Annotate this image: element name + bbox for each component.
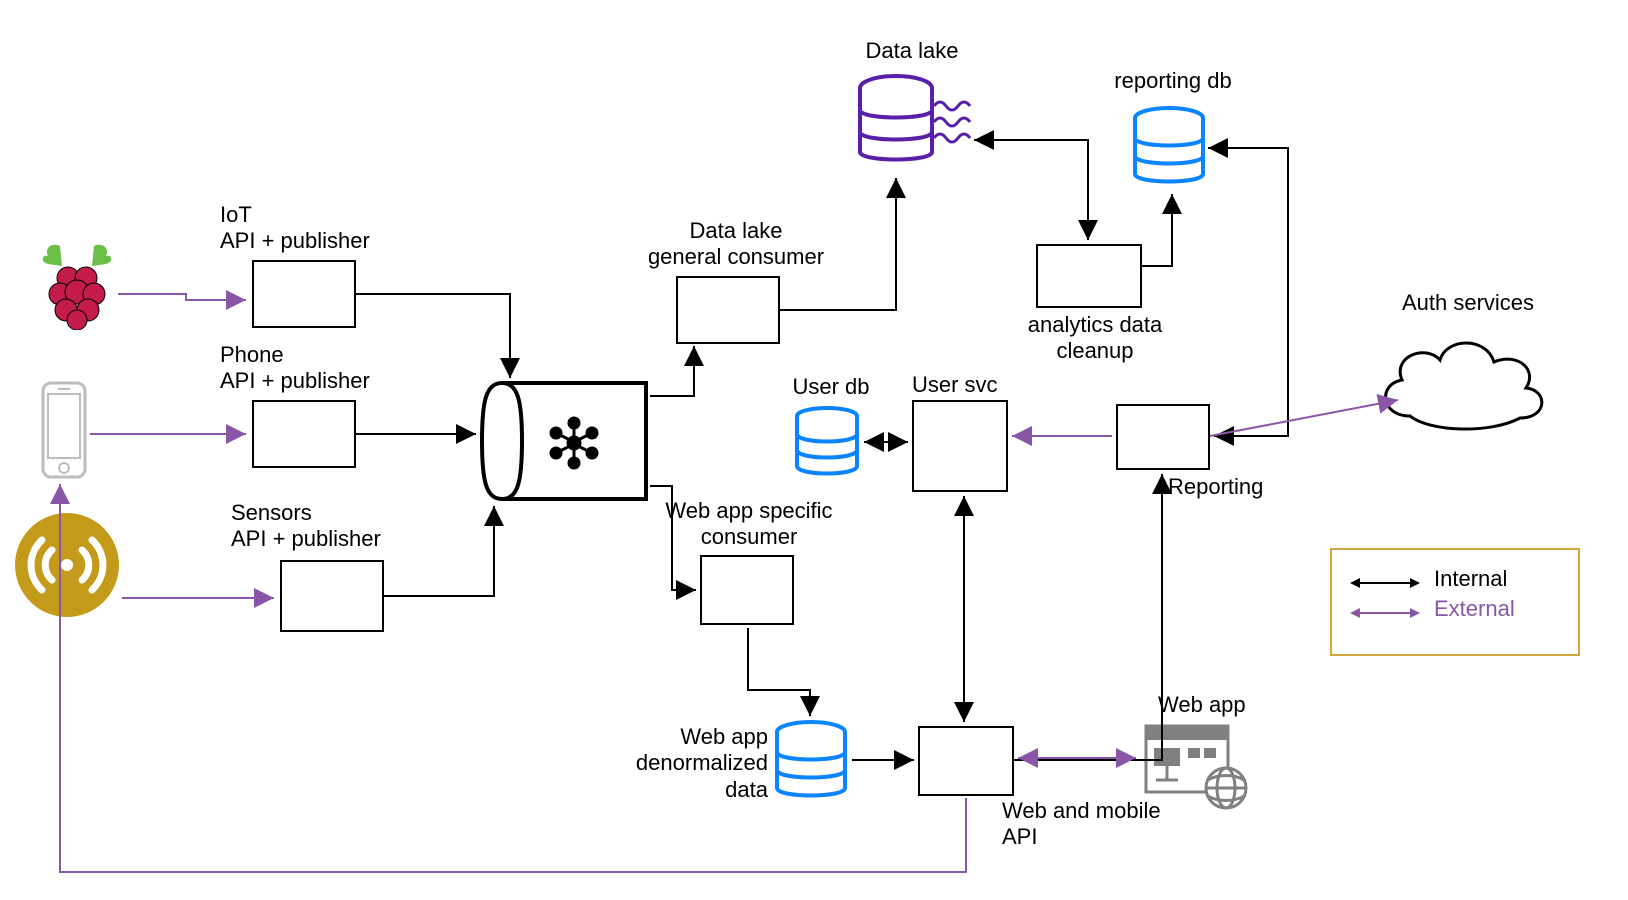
legend-internal-arrow-icon <box>1350 571 1420 587</box>
legend-external-label: External <box>1434 596 1515 622</box>
denorm-db-icon <box>772 720 850 802</box>
reporting-db-icon <box>1130 106 1208 188</box>
analytics-cleanup-box <box>1036 244 1142 308</box>
data-lake-label: Data lake <box>842 38 982 64</box>
web-mobile-api-label: Web and mobile API <box>1002 798 1161 851</box>
user-db-icon <box>792 406 862 478</box>
message-broker-icon <box>478 379 650 503</box>
webapp-consumer-label: Web app specific consumer <box>644 498 854 551</box>
legend-external-row: External <box>1350 596 1560 622</box>
user-db-label: User db <box>776 374 886 400</box>
legend-internal-row: Internal <box>1350 566 1560 592</box>
phone-api-box <box>252 400 356 468</box>
legend-external-arrow-icon <box>1350 601 1420 617</box>
analytics-cleanup-label: analytics data cleanup <box>1006 312 1184 365</box>
reporting-box <box>1116 404 1210 470</box>
auth-label: Auth services <box>1388 290 1548 316</box>
data-lake-icon <box>856 72 976 172</box>
raspberry-pi-icon <box>38 240 116 330</box>
phone-icon <box>40 380 88 480</box>
datalake-consumer-box <box>676 276 780 344</box>
architecture-diagram: { "nodes": { "iot_api": { "label": "IoT\… <box>0 0 1628 900</box>
web-mobile-api-box <box>918 726 1014 796</box>
sensor-broadcast-icon <box>12 510 122 620</box>
denorm-db-label: Web app denormalized data <box>608 724 768 803</box>
iot-api-box <box>252 260 356 328</box>
legend-box: Internal External <box>1330 548 1580 656</box>
user-svc-label: User svc <box>912 372 998 398</box>
webapp-consumer-box <box>700 555 794 625</box>
web-app-label: Web app <box>1158 692 1246 718</box>
auth-cloud-icon <box>1370 326 1550 436</box>
web-app-icon <box>1142 722 1250 810</box>
sensors-api-box <box>280 560 384 632</box>
user-svc-box <box>912 400 1008 492</box>
sensors-api-label: Sensors API + publisher <box>231 500 381 553</box>
iot-api-label: IoT API + publisher <box>220 202 370 255</box>
legend-internal-label: Internal <box>1434 566 1507 592</box>
phone-api-label: Phone API + publisher <box>220 342 370 395</box>
reporting-label: Reporting <box>1168 474 1263 500</box>
reporting-db-label: reporting db <box>1098 68 1248 94</box>
datalake-consumer-label: Data lake general consumer <box>636 218 836 271</box>
